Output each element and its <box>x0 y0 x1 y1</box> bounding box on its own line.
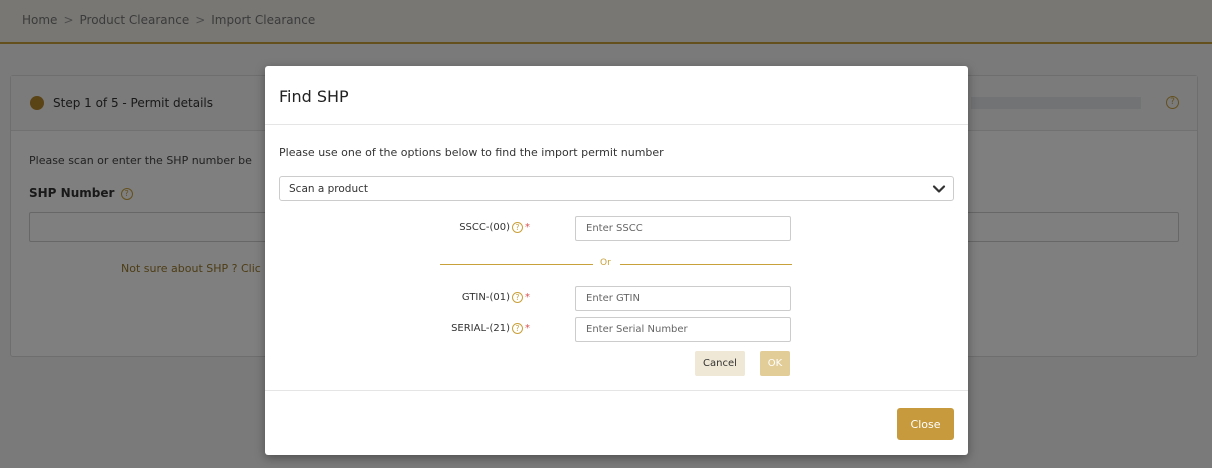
serial-input[interactable] <box>575 317 791 342</box>
help-icon[interactable]: ? <box>512 292 523 303</box>
serial-label-text: SERIAL-(21) <box>451 323 510 334</box>
find-method-selected: Scan a product <box>289 183 369 195</box>
sscc-input[interactable] <box>575 216 791 241</box>
find-shp-modal: Find SHP Please use one of the options b… <box>265 66 968 455</box>
modal-header: Find SHP <box>265 66 968 125</box>
gtin-label-text: GTIN-(01) <box>461 292 510 303</box>
cancel-button[interactable]: Cancel <box>695 351 745 376</box>
required-marker: * <box>525 222 530 233</box>
modal-title: Find SHP <box>279 87 349 106</box>
or-divider-left <box>440 264 593 265</box>
serial-label: SERIAL-(21)? * <box>415 323 530 334</box>
help-icon[interactable]: ? <box>512 222 523 233</box>
or-divider-right <box>620 264 792 265</box>
close-button[interactable]: Close <box>897 408 954 440</box>
gtin-label: GTIN-(01)? * <box>415 292 530 303</box>
sscc-label-text: SSCC-(00) <box>459 222 510 233</box>
find-method-select[interactable]: Scan a product <box>279 176 954 201</box>
required-marker: * <box>525 292 530 303</box>
or-divider-text: Or <box>600 258 611 268</box>
chevron-down-icon <box>932 185 946 193</box>
gtin-input[interactable] <box>575 286 791 311</box>
ok-button[interactable]: OK <box>760 351 790 376</box>
modal-footer <box>265 390 968 456</box>
modal-description: Please use one of the options below to f… <box>279 146 664 159</box>
required-marker: * <box>525 323 530 334</box>
help-icon[interactable]: ? <box>512 323 523 334</box>
sscc-label: SSCC-(00)? * <box>415 222 530 233</box>
